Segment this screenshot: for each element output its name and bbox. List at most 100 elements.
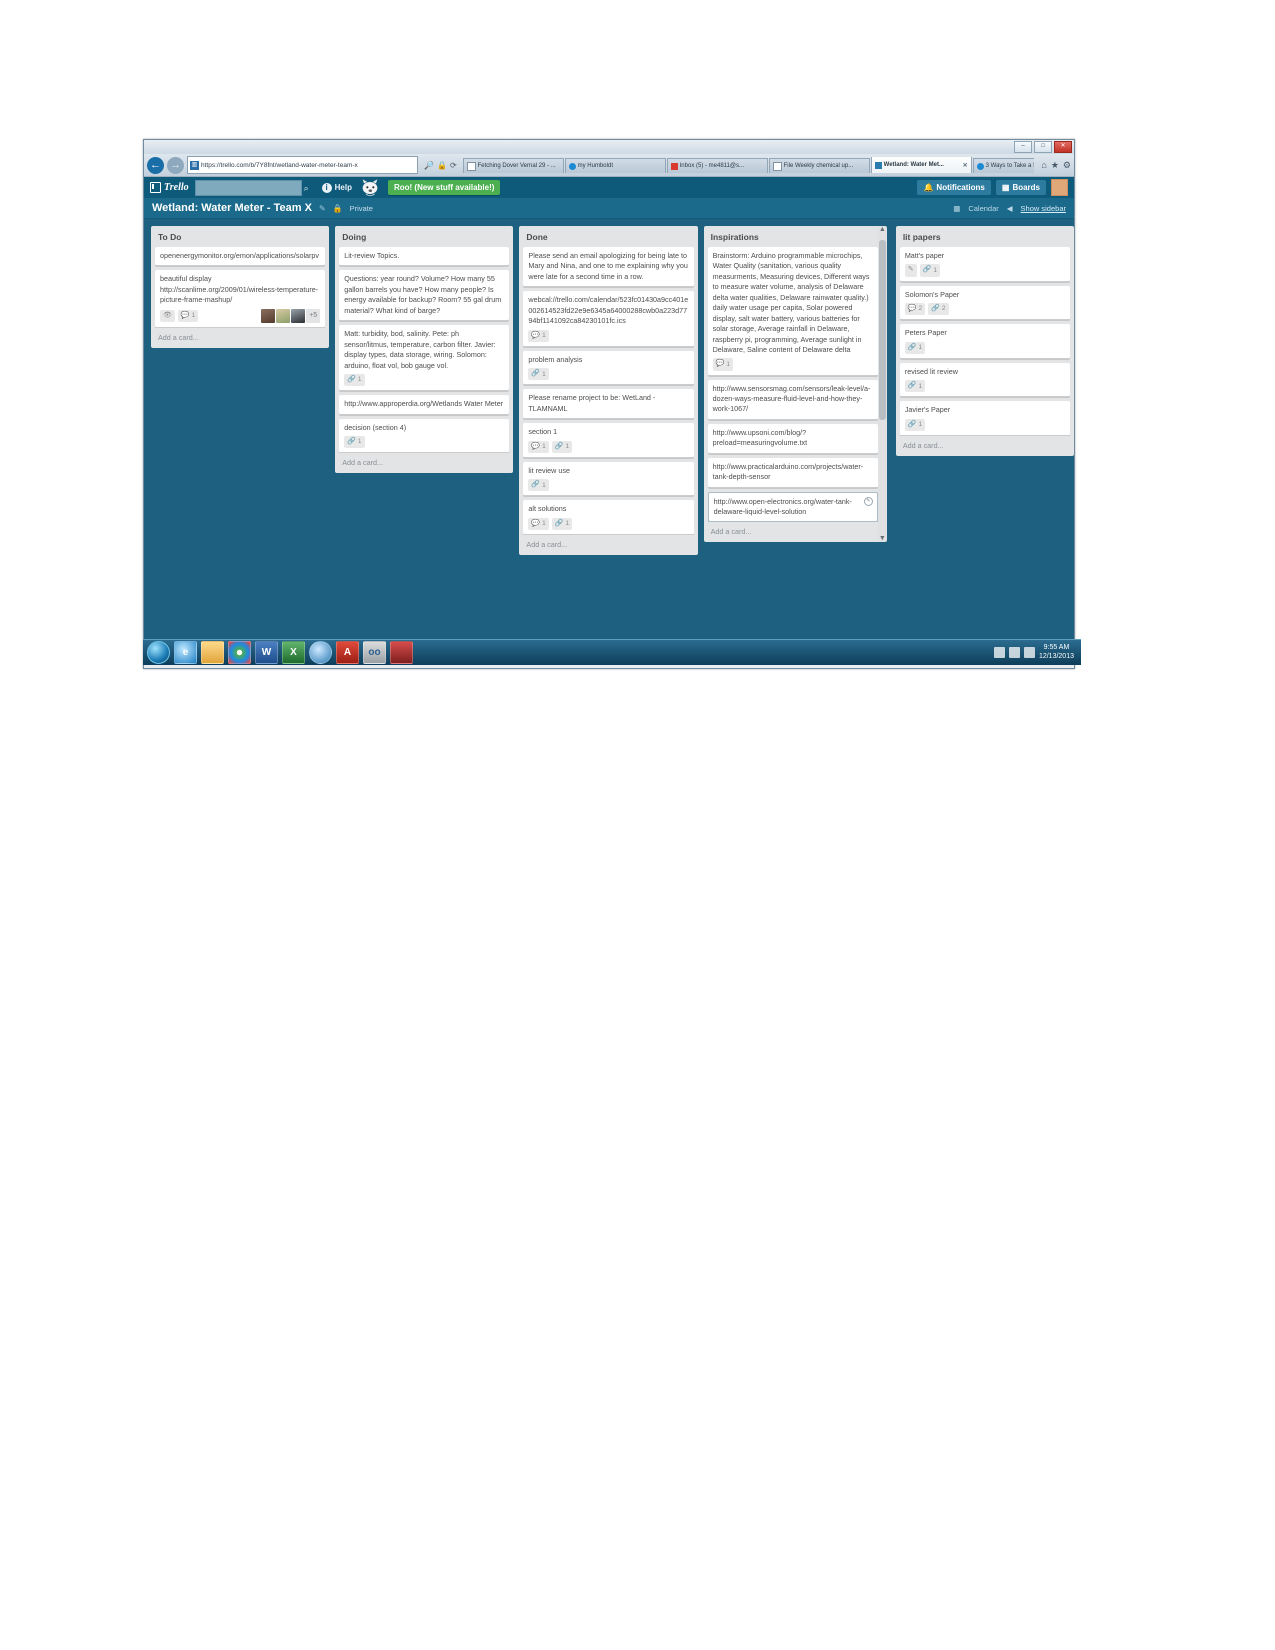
list-item[interactable]: http://www.approperdia.org/Wetlands Wate… [339,395,510,415]
list-title[interactable]: Inspirations [708,230,878,247]
openoffice-icon[interactable]: oo [363,641,386,664]
list-item[interactable]: lit review use 🔗 1 [523,461,694,497]
windows-start-orb-icon[interactable] [147,641,170,664]
list-item[interactable]: http://www.upsoni.com/blog/?preload=meas… [707,423,878,454]
list-item[interactable]: Questions: year round? Volume? How many … [339,270,510,322]
list-item[interactable]: decision (section 4) 🔗 1 [339,418,510,454]
browser-tab-1[interactable]: my Humboldt [564,158,666,173]
eye-icon: 👁 [160,309,175,322]
close-icon[interactable]: ✕ [963,162,968,169]
taskbar-clock[interactable]: 9:55 AM 12/13/2013 [1039,644,1074,662]
calendar-icon[interactable]: ▦ [953,204,960,213]
scroll-down-arrow-icon[interactable]: ▼ [879,535,886,542]
browser-tab-2[interactable]: Inbox (5) - me4811@s... [666,158,768,173]
globe-icon[interactable] [309,641,332,664]
favorites-star-icon[interactable]: ★ [1051,160,1059,171]
add-card-lit-papers[interactable]: Add a card... [900,436,1070,456]
search-icon[interactable]: 🔎 [424,161,434,170]
browser-tab-5[interactable]: 3 Ways to Take a Scree... [972,158,1035,173]
word-icon[interactable]: W [255,641,278,664]
visibility-label[interactable]: Private [350,204,373,213]
list-item[interactable]: http://www.practicalarduino.com/projects… [707,457,878,488]
add-card-to-do[interactable]: Add a card... [155,328,325,348]
list-item[interactable]: Brainstorm: Arduino programmable microch… [707,247,878,376]
member-avatar[interactable] [291,308,306,323]
add-card-inspirations[interactable]: Add a card... [708,522,878,542]
member-overflow[interactable]: +5 [306,308,321,323]
attachment-count: 1 [357,376,362,384]
list-item[interactable]: Please rename project to be: WetLand - T… [523,389,694,420]
home-icon[interactable]: ⌂ [1041,160,1046,170]
boards-button[interactable]: ▦ Boards [995,180,1046,195]
chevron-left-icon[interactable]: ◀ [1007,204,1013,213]
list-item[interactable]: problem analysis 🔗 1 [523,350,694,386]
pencil-icon[interactable]: ✎ [319,204,326,213]
maximize-button[interactable]: □ [1034,141,1052,153]
card-container: openenergymonitor.org/emon/applications/… [155,247,326,328]
announcement-banner[interactable]: Roo! (New stuff available!) [387,180,501,195]
volume-icon[interactable] [1023,647,1035,658]
card-badges: 🔗 1 [904,380,1065,393]
notifications-button[interactable]: 🔔 Notifications [917,180,991,195]
help-button[interactable]: i Help [321,182,352,193]
add-card-doing[interactable]: Add a card... [339,453,509,473]
refresh-icon[interactable]: ⟳ [450,161,457,170]
trello-logo[interactable]: Trello [150,182,189,193]
list-item[interactable]: Javier's Paper 🔗 1 [899,401,1071,436]
board-canvas: To Do openenergymonitor.org/emon/applica… [144,219,1074,640]
address-bar[interactable]: ▥ https://trello.com/b/7Y8fnt/wetland-wa… [187,156,418,174]
search-input[interactable] [195,183,305,199]
gear-icon[interactable]: ⚙ [1063,160,1071,171]
list-title[interactable]: lit papers [900,230,1070,247]
attachment-badge: 🔗 1 [344,373,365,387]
list-item[interactable]: Lit-review Topics. [339,247,510,267]
chrome-icon[interactable] [228,641,251,664]
tab-strip: Fetching Dover Vernal 29 - ... my Humbol… [462,157,1035,173]
add-card-done[interactable]: Add a card... [523,535,693,555]
member-avatar[interactable] [276,308,291,323]
list-item[interactable]: openenergymonitor.org/emon/applications/… [155,247,326,267]
list-title[interactable]: To Do [155,230,325,247]
excel-icon[interactable]: X [282,641,305,664]
calendar-label[interactable]: Calendar [968,204,998,213]
search-icon[interactable]: ⌕ [304,183,314,193]
forward-arrow-icon[interactable]: → [167,156,184,174]
list-title[interactable]: Doing [339,230,509,247]
browser-tab-0[interactable]: Fetching Dover Vernal 29 - ... [462,158,564,173]
list-item-selected[interactable]: http://www.open-electronics.org/water-ta… [707,491,878,523]
list-item[interactable]: Peters Paper 🔗 1 [899,324,1071,359]
network-icon[interactable] [1008,647,1020,658]
list-item[interactable]: webcal://trello.com/calendar/523fc01430a… [523,291,694,347]
paint-icon[interactable] [390,641,413,664]
back-arrow-icon[interactable]: ← [147,156,164,174]
member-avatar[interactable] [261,308,276,323]
card-edit-icon[interactable]: ✎ [863,496,873,506]
folder-icon[interactable] [201,641,224,664]
list-item[interactable]: revised lit review 🔗 1 [899,362,1071,398]
close-button[interactable]: ✕ [1054,141,1072,153]
search-input-wrapper[interactable]: ⌕ [194,179,309,199]
show-sidebar-link[interactable]: Show sidebar [1021,204,1066,213]
card-container: Please send an email apologizing for bei… [523,247,694,535]
list-item[interactable]: alt solutions 💬 1 🔗 1 [523,500,694,535]
minimize-button[interactable]: – [1014,141,1032,153]
browser-tab-3[interactable]: File Weekly chemical up... [768,158,870,173]
list-item[interactable]: Solomon's Paper 💬 2 🔗 2 [899,285,1071,321]
list-item[interactable]: http://www.sensorsmag.com/sensors/leak-l… [707,379,878,420]
list-item[interactable]: Please send an email apologizing for bei… [523,247,694,288]
ie-icon[interactable]: e [174,641,197,664]
list-item[interactable]: section 1 💬 1 🔗 1 [523,423,694,458]
list-item[interactable]: beautiful display http://scanlime.org/20… [155,270,326,328]
browser-tab-4-active[interactable]: Wetland: Water Met... ✕ [870,157,972,173]
list-scrollbar[interactable]: ▲ ▼ [877,226,887,543]
list-title[interactable]: Done [523,230,693,247]
acrobat-icon[interactable]: A [336,641,359,664]
list-lit-papers: lit papers Matt's paper ✎ 🔗 1 Solomon's P… [895,226,1074,456]
scroll-up-arrow-icon[interactable]: ▲ [879,226,886,233]
avatar[interactable] [1051,179,1068,196]
list-item[interactable]: Matt's paper ✎ 🔗 1 [899,247,1071,282]
list-item[interactable]: Matt: turbidity, bod, salinity. Pete: ph… [339,325,510,392]
scrollbar-thumb[interactable] [878,240,886,420]
show-hidden-icon[interactable] [993,647,1005,658]
list-doing: Doing Lit-review Topics. Questions: year… [335,226,514,474]
